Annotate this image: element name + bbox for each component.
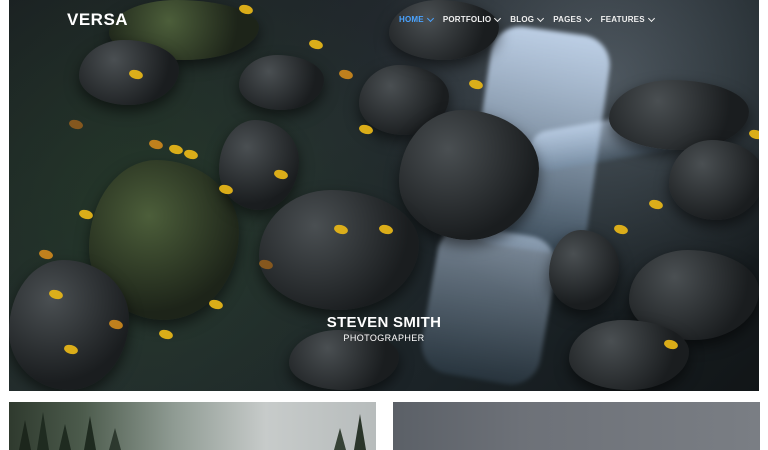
- rock: [259, 190, 419, 310]
- nav-item-pages[interactable]: PAGES: [553, 14, 592, 24]
- chevron-down-icon: [584, 14, 592, 22]
- nav-item-portfolio[interactable]: PORTFOLIO: [442, 14, 502, 24]
- portfolio-card-sky[interactable]: [393, 402, 760, 450]
- nav-item-label: PORTFOLIO: [442, 15, 492, 24]
- nav-item-label: BLOG: [510, 15, 535, 24]
- chevron-down-icon: [494, 14, 502, 22]
- rock: [669, 140, 759, 220]
- rock: [609, 80, 749, 150]
- hero-title: STEVEN SMITH: [326, 314, 442, 331]
- chevron-down-icon: [426, 14, 434, 22]
- nav-item-blog[interactable]: BLOG: [510, 14, 545, 24]
- hero-subtitle: PHOTOGRAPHER: [343, 333, 425, 343]
- rock: [389, 0, 499, 60]
- nav-item-label: FEATURES: [600, 15, 645, 24]
- main-navigation: HOME PORTFOLIO BLOG PAGES FEATURES: [399, 14, 655, 24]
- chevron-down-icon: [537, 14, 545, 22]
- nav-item-home[interactable]: HOME: [399, 14, 434, 24]
- nav-item-label: PAGES: [553, 15, 582, 24]
- site-logo[interactable]: VERSA: [67, 10, 128, 30]
- rock: [239, 55, 324, 110]
- nav-item-label: HOME: [399, 15, 424, 24]
- rock: [219, 120, 299, 210]
- nav-item-features[interactable]: FEATURES: [600, 14, 655, 24]
- chevron-down-icon: [647, 14, 655, 22]
- portfolio-card-forest[interactable]: [9, 402, 376, 450]
- waterfall-stream: [416, 220, 562, 390]
- rock: [549, 230, 619, 310]
